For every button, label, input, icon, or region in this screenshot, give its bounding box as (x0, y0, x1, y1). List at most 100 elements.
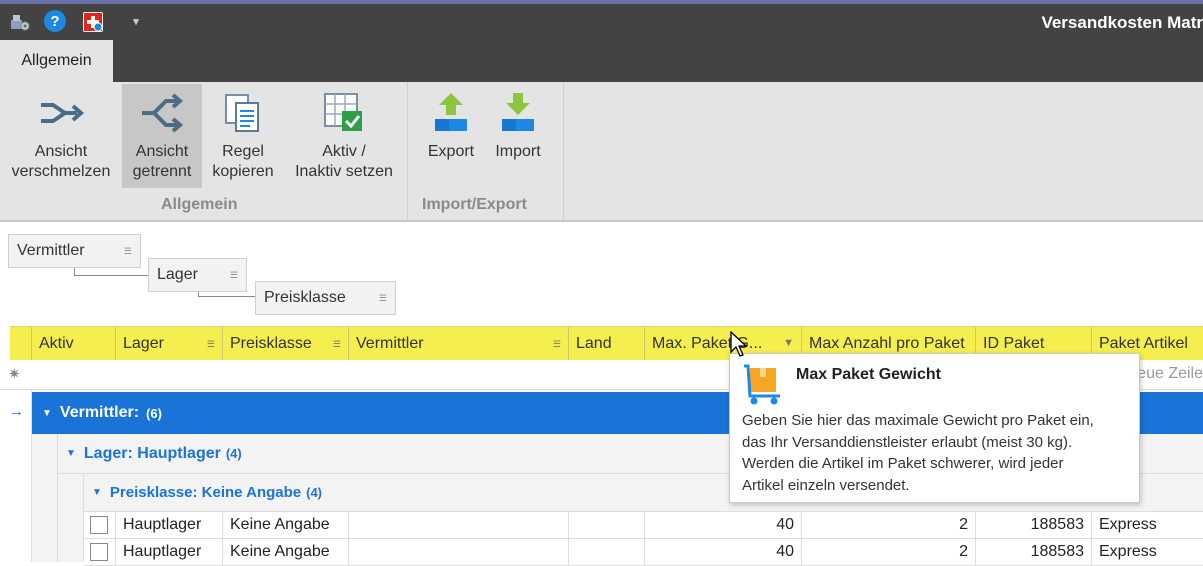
lager-cell[interactable]: Hauptlager (116, 512, 223, 538)
group-connector (74, 268, 148, 276)
export-label: Export (427, 143, 475, 160)
max-gewicht-cell[interactable]: 40 (645, 539, 802, 565)
preisklasse-cell[interactable]: Keine Angabe (223, 512, 349, 538)
column-header-label: Max Anzahl pro Paket (809, 335, 965, 352)
split-view-button[interactable]: Ansicht getrennt (122, 84, 202, 188)
import-button[interactable]: Import (488, 84, 548, 188)
land-cell[interactable] (569, 539, 645, 565)
toggle-active-label-2: Inaktiv setzen (295, 163, 393, 180)
merge-view-label-2: verschmelzen (11, 163, 111, 180)
group-tile-preisklasse[interactable]: Preisklasse ☰ (255, 281, 396, 315)
current-row-arrow-icon: → (9, 403, 24, 420)
sort-icon: ☰ (552, 339, 561, 349)
group-label-import-export: Import/Export (422, 196, 527, 213)
filter-icon[interactable]: ▼ (783, 337, 794, 349)
paket-artikel-cell[interactable]: Express (1092, 539, 1203, 565)
sort-icon: ☰ (206, 339, 215, 349)
lager-cell[interactable]: Hauptlager (116, 539, 223, 565)
column-header-label: Paket Artikel (1099, 335, 1188, 352)
sort-icon: ☰ (229, 270, 238, 280)
group-tile-label: Preisklasse (264, 289, 346, 306)
help-icon[interactable]: ? (44, 10, 66, 32)
group-separator (407, 82, 408, 220)
group-tile-label: Vermittler (17, 242, 85, 259)
copy-rule-icon (206, 84, 280, 142)
group-row-label: Vermittler: (59, 404, 140, 421)
copy-rule-label-1: Regel (222, 143, 264, 160)
settings-icon[interactable] (9, 11, 31, 33)
column-header-preisklasse[interactable]: Preisklasse ☰ (223, 327, 349, 361)
column-header-label: ID Paket (983, 335, 1045, 352)
max-anzahl-cell[interactable]: 2 (802, 512, 976, 538)
aktiv-checkbox[interactable] (90, 516, 108, 534)
group-tile-vermittler[interactable]: Vermittler ☰ (8, 234, 141, 268)
toggle-active-button[interactable]: Aktiv / Inaktiv setzen (286, 84, 402, 188)
aktiv-cell[interactable] (84, 512, 116, 538)
chevron-down-icon[interactable]: ▼ (42, 408, 52, 419)
chevron-down-icon[interactable]: ▼ (66, 448, 76, 459)
group-indent (58, 474, 84, 562)
column-header-label: Lager (123, 335, 164, 352)
column-header-vermittler[interactable]: Vermittler ☰ (349, 327, 569, 361)
group-row-count: (4) (306, 485, 323, 500)
new-row-star-icon: ✷ (8, 366, 21, 383)
swiss-flag-icon[interactable] (83, 12, 103, 32)
import-icon (488, 84, 548, 142)
sort-icon: ☰ (378, 293, 387, 303)
toggle-active-icon (286, 84, 402, 142)
land-cell[interactable] (569, 512, 645, 538)
paket-artikel-cell[interactable]: Express (1092, 512, 1203, 538)
merge-view-label-1: Ansicht (34, 143, 88, 160)
group-row-count: (6) (146, 405, 162, 421)
column-header-lager[interactable]: Lager ☰ (116, 327, 223, 361)
tooltip-line: Werden die Artikel im Paket schwerer, wi… (742, 455, 1064, 472)
group-row-count: (4) (225, 446, 242, 461)
max-anzahl-cell[interactable]: 2 (802, 539, 976, 565)
group-row-label: Lager: (83, 444, 133, 462)
group-tile-label: Lager (157, 266, 198, 283)
vermittler-cell[interactable] (349, 539, 569, 565)
split-view-label-1: Ansicht (135, 143, 189, 160)
import-label: Import (495, 143, 541, 160)
group-separator-2 (563, 82, 564, 220)
id-paket-cell[interactable]: 188583 (976, 512, 1092, 538)
tab-allgemein[interactable]: Allgemein (0, 40, 113, 82)
package-cart-icon (742, 362, 786, 411)
mouse-cursor-icon (730, 330, 748, 364)
chevron-down-icon[interactable]: ▼ (92, 487, 102, 498)
column-header-label: Vermittler (356, 335, 424, 352)
column-tooltip: Max Paket Gewicht Geben Sie hier das max… (729, 353, 1140, 503)
merge-view-icon (4, 84, 118, 142)
group-tile-lager[interactable]: Lager ☰ (148, 258, 247, 292)
split-view-label-2: getrennt (132, 163, 192, 180)
column-header-label: Preisklasse (230, 335, 312, 352)
aktiv-cell[interactable] (84, 539, 116, 565)
export-button[interactable]: Export (420, 84, 482, 188)
copy-rule-label-2: kopieren (212, 163, 274, 180)
group-connector (198, 292, 255, 297)
max-gewicht-cell[interactable]: 40 (645, 512, 802, 538)
tooltip-line: das Ihr Versanddienstleister erlaubt (me… (742, 433, 1073, 451)
vermittler-cell[interactable] (349, 512, 569, 538)
column-header-land[interactable]: Land (569, 327, 645, 361)
table-row[interactable]: Hauptlager Keine Angabe 40 2 188583 Expr… (84, 512, 1203, 539)
sort-icon: ☰ (332, 339, 341, 349)
column-header-aktiv[interactable]: Aktiv (32, 327, 116, 361)
sort-icon: ☰ (123, 246, 132, 256)
group-row-value: Keine Angabe (201, 484, 302, 501)
copy-rule-button[interactable]: Regel kopieren (206, 84, 280, 188)
new-row-hint: eue Zeile (1137, 365, 1203, 382)
id-paket-cell[interactable]: 188583 (976, 539, 1092, 565)
column-header-label: Aktiv (39, 335, 74, 352)
split-view-icon (122, 84, 202, 142)
aktiv-checkbox[interactable] (90, 543, 108, 561)
chevron-down-icon[interactable]: ▾ (125, 10, 147, 32)
row-indicator-column: → (0, 390, 32, 562)
column-header-label: Land (576, 335, 612, 352)
title-bar: ? ▾ Versandkosten Matr (0, 4, 1203, 40)
group-indent (32, 434, 58, 562)
merge-view-button[interactable]: Ansicht verschmelzen (4, 84, 118, 188)
group-label-allgemein: Allgemein (161, 196, 238, 213)
tooltip-line: Geben Sie hier das maximale Gewicht pro … (742, 412, 1094, 429)
preisklasse-cell[interactable]: Keine Angabe (223, 539, 349, 565)
